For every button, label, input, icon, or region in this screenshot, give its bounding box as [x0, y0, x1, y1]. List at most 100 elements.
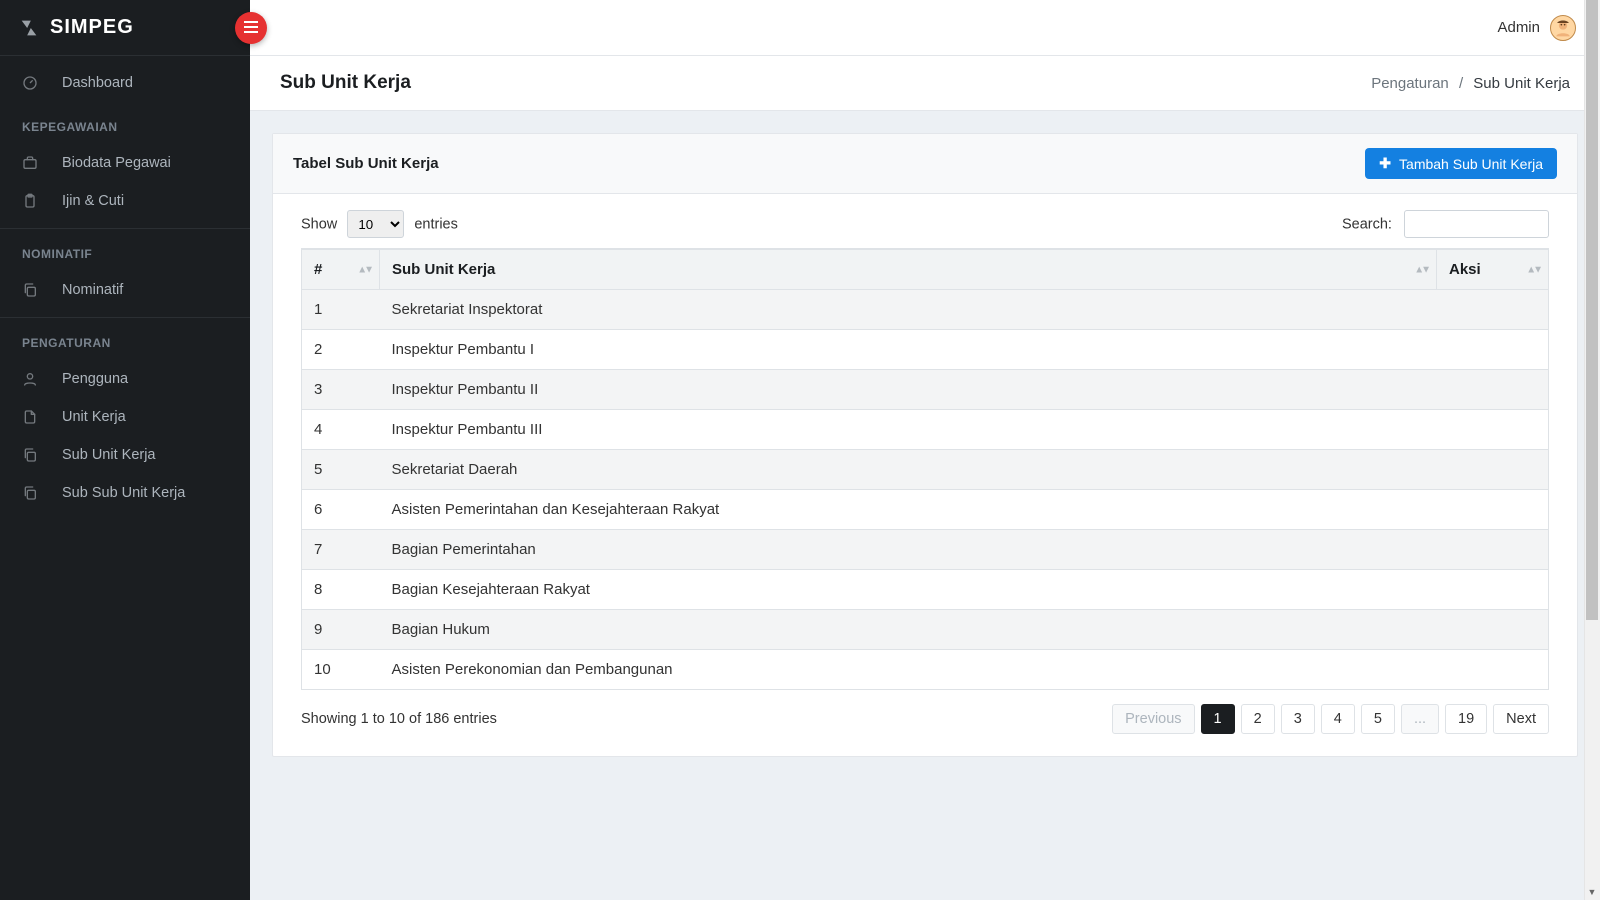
copy-icon: [22, 282, 38, 298]
sidebar-section-header: PENGATURAN: [0, 317, 250, 360]
sidebar-item-ijin-cuti[interactable]: Ijin & Cuti: [0, 182, 250, 220]
sidebar-item-label: Biodata Pegawai: [62, 155, 171, 171]
cell-index: 4: [302, 410, 380, 450]
sidebar-item-pengguna[interactable]: Pengguna: [0, 360, 250, 398]
table-row: 9Bagian Hukum: [302, 610, 1549, 650]
table-row: 8Bagian Kesejahteraan Rakyat: [302, 570, 1549, 610]
table-row: 5Sekretariat Daerah: [302, 450, 1549, 490]
file-icon: [22, 409, 38, 425]
card-sub-unit-kerja: Tabel Sub Unit Kerja ✚ Tambah Sub Unit K…: [272, 133, 1578, 757]
cell-name: Sekretariat Inspektorat: [380, 290, 1437, 330]
sidebar-section-header: KEPEGAWAIAN: [0, 102, 250, 144]
cell-action: [1437, 450, 1549, 490]
cell-index: 8: [302, 570, 380, 610]
column-header-action[interactable]: Aksi ▲▼: [1437, 249, 1549, 290]
breadcrumb-separator: /: [1459, 75, 1463, 92]
length-select[interactable]: 102550100: [347, 210, 404, 238]
add-sub-unit-kerja-button[interactable]: ✚ Tambah Sub Unit Kerja: [1365, 148, 1557, 179]
sidebar-item-label: Sub Sub Unit Kerja: [62, 485, 185, 501]
avatar-icon: [1550, 15, 1576, 41]
menu-icon: [244, 20, 258, 36]
scrollbar[interactable]: ▲ ▼: [1584, 0, 1600, 900]
sort-icon: ▲▼: [1414, 266, 1428, 273]
pagination-page-2[interactable]: 2: [1241, 704, 1275, 734]
datatable: # ▲▼ Sub Unit Kerja ▲▼ Aksi ▲▼: [301, 248, 1549, 690]
pagination: Previous12345...19Next: [1112, 704, 1549, 734]
table-row: 10Asisten Perekonomian dan Pembangunan: [302, 650, 1549, 690]
breadcrumb-current: Sub Unit Kerja: [1473, 75, 1570, 92]
sidebar-item-label: Unit Kerja: [62, 409, 126, 425]
pagination-page-5[interactable]: 5: [1361, 704, 1395, 734]
length-show-label: Show: [301, 217, 337, 233]
cell-index: 3: [302, 370, 380, 410]
sidebar-item-label: Pengguna: [62, 371, 128, 387]
brand-name: SIMPEG: [50, 16, 134, 39]
copy-icon: [22, 485, 38, 501]
page-header: Sub Unit Kerja Pengaturan / Sub Unit Ker…: [250, 56, 1600, 111]
table-row: 7Bagian Pemerintahan: [302, 530, 1549, 570]
pagination-page-4[interactable]: 4: [1321, 704, 1355, 734]
table-row: 4Inspektur Pembantu III: [302, 410, 1549, 450]
cell-index: 7: [302, 530, 380, 570]
pagination-page-1[interactable]: 1: [1201, 704, 1235, 734]
briefcase-icon: [22, 155, 38, 171]
sidebar-item-dashboard[interactable]: Dashboard: [0, 64, 250, 102]
dashboard-icon: [22, 75, 38, 91]
datatable-info: Showing 1 to 10 of 186 entries: [301, 711, 497, 727]
sidebar-item-biodata-pegawai[interactable]: Biodata Pegawai: [0, 144, 250, 182]
sidebar-section-header: NOMINATIF: [0, 228, 250, 271]
copy-icon: [22, 447, 38, 463]
length-entries-label: entries: [414, 217, 458, 233]
sidebar-item-unit-kerja[interactable]: Unit Kerja: [0, 398, 250, 436]
cell-action: [1437, 530, 1549, 570]
topbar: Admin: [250, 0, 1600, 56]
cell-name: Asisten Pemerintahan dan Kesejahteraan R…: [380, 490, 1437, 530]
pagination-previous: Previous: [1112, 704, 1194, 734]
cell-name: Asisten Perekonomian dan Pembangunan: [380, 650, 1437, 690]
scrollbar-thumb[interactable]: [1586, 0, 1598, 620]
cell-action: [1437, 570, 1549, 610]
column-header-index[interactable]: # ▲▼: [302, 249, 380, 290]
table-row: 3Inspektur Pembantu II: [302, 370, 1549, 410]
table-row: 2Inspektur Pembantu I: [302, 330, 1549, 370]
cell-action: [1437, 370, 1549, 410]
cell-name: Inspektur Pembantu II: [380, 370, 1437, 410]
cell-action: [1437, 290, 1549, 330]
add-button-label: Tambah Sub Unit Kerja: [1399, 156, 1543, 172]
sidebar-item-sub-sub-unit-kerja[interactable]: Sub Sub Unit Kerja: [0, 474, 250, 512]
sidebar-item-label: Dashboard: [62, 75, 133, 91]
cell-action: [1437, 490, 1549, 530]
pagination-page-3[interactable]: 3: [1281, 704, 1315, 734]
table-row: 1Sekretariat Inspektorat: [302, 290, 1549, 330]
cell-index: 2: [302, 330, 380, 370]
cell-index: 5: [302, 450, 380, 490]
pagination-next[interactable]: Next: [1493, 704, 1549, 734]
cell-name: Bagian Hukum: [380, 610, 1437, 650]
plus-icon: ✚: [1379, 155, 1391, 172]
sidebar-toggle-button[interactable]: [235, 12, 267, 44]
sidebar-item-label: Nominatif: [62, 282, 123, 298]
cell-index: 10: [302, 650, 380, 690]
cell-action: [1437, 610, 1549, 650]
cell-index: 9: [302, 610, 380, 650]
search-label: Search:: [1342, 217, 1392, 233]
pagination-page-19[interactable]: 19: [1445, 704, 1487, 734]
card-title: Tabel Sub Unit Kerja: [293, 155, 439, 172]
cell-name: Bagian Pemerintahan: [380, 530, 1437, 570]
cell-name: Bagian Kesejahteraan Rakyat: [380, 570, 1437, 610]
sidebar-item-label: Ijin & Cuti: [62, 193, 124, 209]
search-input[interactable]: [1404, 210, 1549, 238]
column-header-name[interactable]: Sub Unit Kerja ▲▼: [380, 249, 1437, 290]
brand-logo[interactable]: SIMPEG: [0, 0, 250, 56]
cell-name: Inspektur Pembantu III: [380, 410, 1437, 450]
cell-action: [1437, 410, 1549, 450]
sidebar-item-nominatif[interactable]: Nominatif: [0, 271, 250, 309]
sidebar-item-sub-unit-kerja[interactable]: Sub Unit Kerja: [0, 436, 250, 474]
datatable-search: Search:: [1342, 210, 1549, 238]
scroll-down-icon[interactable]: ▼: [1584, 884, 1600, 900]
breadcrumb-parent[interactable]: Pengaturan: [1371, 75, 1449, 92]
page-title: Sub Unit Kerja: [280, 72, 411, 94]
brand-mark-icon: [18, 17, 40, 39]
datatable-length: Show 102550100 entries: [301, 210, 458, 238]
user-menu[interactable]: Admin: [1497, 15, 1576, 41]
